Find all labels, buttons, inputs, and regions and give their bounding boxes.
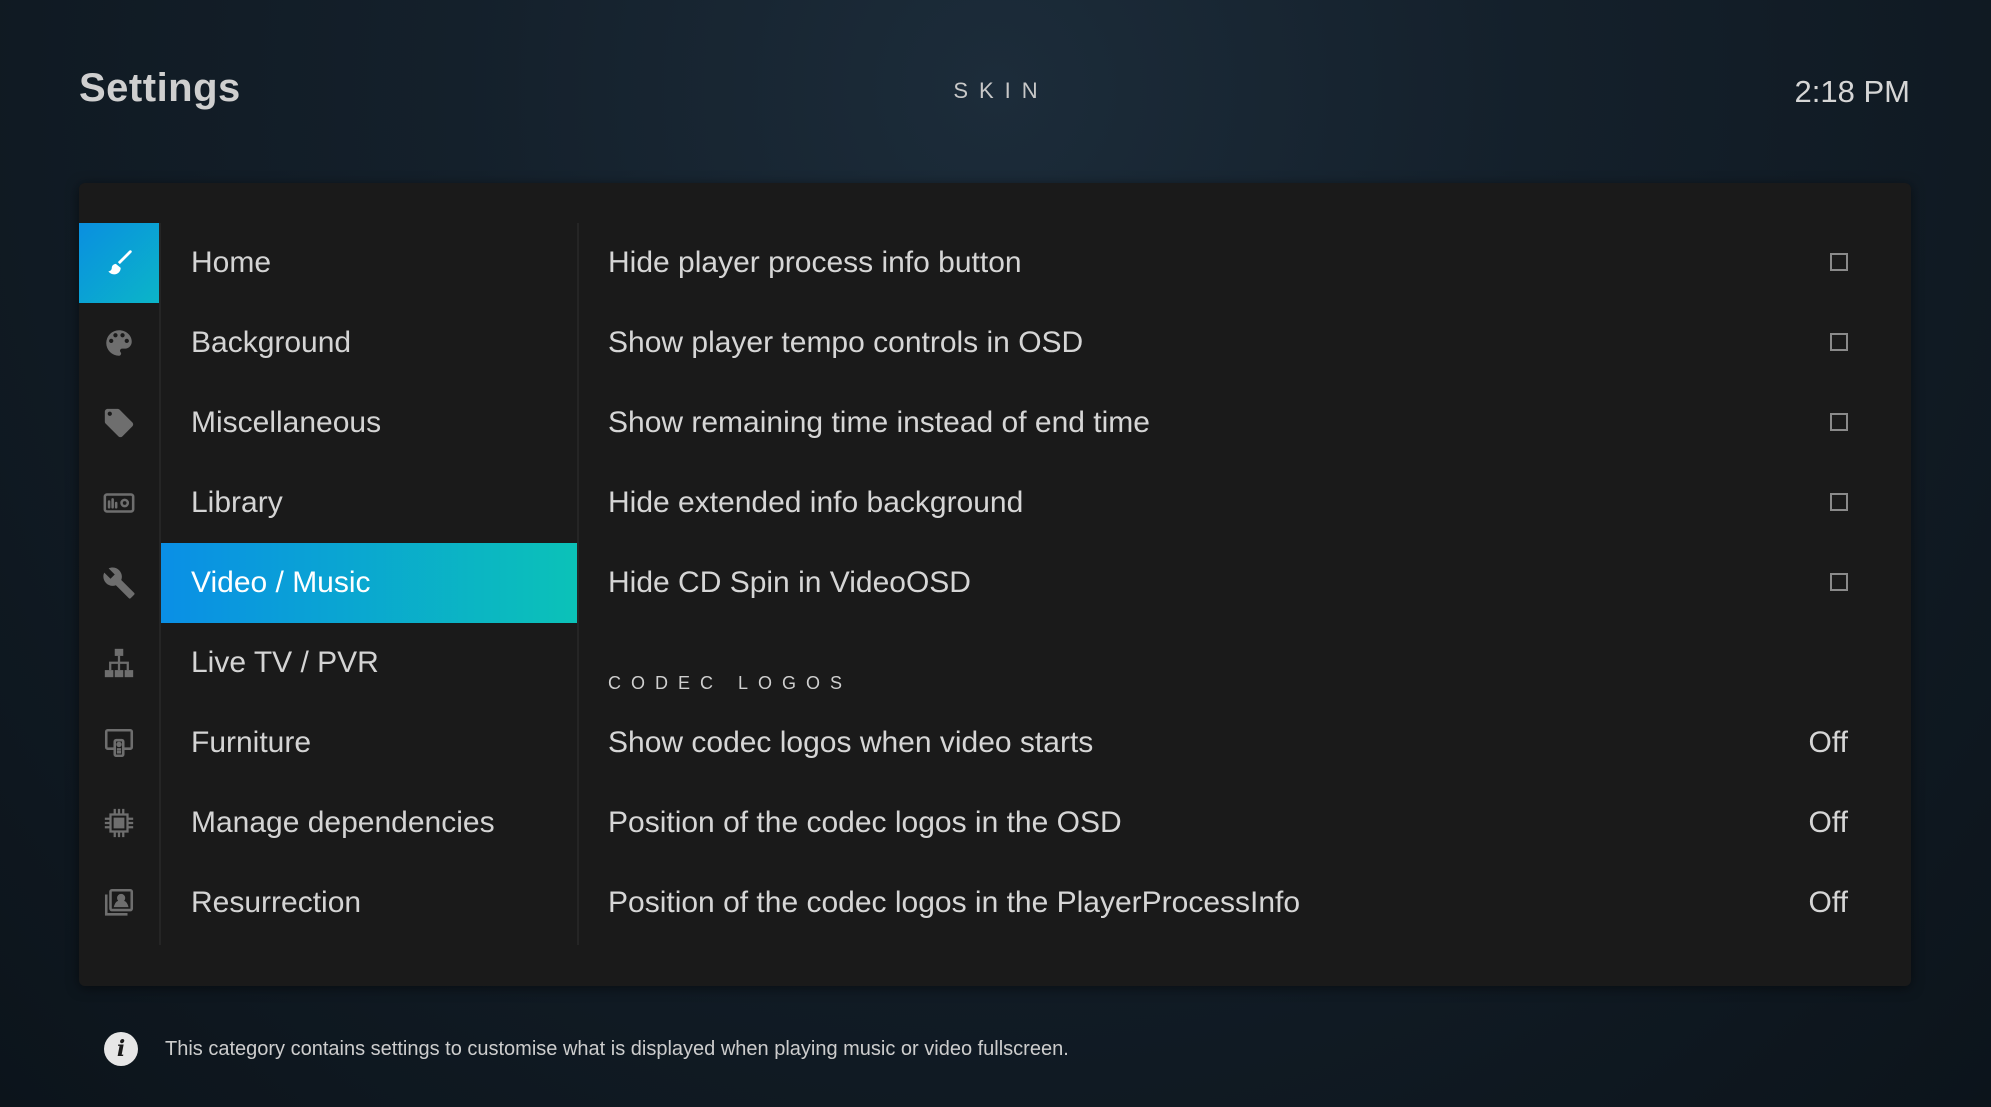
setting-hide-cd-spin[interactable]: Hide CD Spin in VideoOSD xyxy=(579,543,1879,623)
setting-show-codec-logos[interactable]: Show codec logos when video starts Off xyxy=(579,703,1879,783)
tag-icon xyxy=(104,408,134,438)
checkbox[interactable] xyxy=(1830,413,1848,431)
category-live-tv-pvr[interactable]: Live TV / PVR xyxy=(161,623,577,703)
section-title: SKIN xyxy=(953,78,1049,103)
checkbox[interactable] xyxy=(1830,253,1848,271)
category-manage-dependencies[interactable]: Manage dependencies xyxy=(161,783,577,863)
remote-icon xyxy=(104,728,134,758)
category-furniture[interactable]: Furniture xyxy=(161,703,577,783)
setting-label: Position of the codec logos in the Playe… xyxy=(608,886,1301,919)
category-icon-furniture[interactable] xyxy=(79,703,159,783)
setting-label: Show codec logos when video starts xyxy=(608,726,1094,759)
wrench-icon xyxy=(103,567,135,599)
checkbox[interactable] xyxy=(1830,493,1848,511)
category-icon-manage-dependencies[interactable] xyxy=(79,783,159,863)
setting-value: Off xyxy=(1808,806,1848,839)
category-home[interactable]: Home xyxy=(161,223,577,303)
category-icon-video-music[interactable] xyxy=(79,543,159,623)
category-icon-column xyxy=(79,223,161,945)
category-library[interactable]: Library xyxy=(161,463,577,543)
setting-codec-logos-position-osd[interactable]: Position of the codec logos in the OSD O… xyxy=(579,783,1879,863)
checkbox[interactable] xyxy=(1830,573,1848,591)
group-header-codec-logos: CODEC LOGOS xyxy=(608,673,853,693)
category-miscellaneous[interactable]: Miscellaneous xyxy=(161,383,577,463)
info-icon: i xyxy=(104,1032,138,1066)
category-background[interactable]: Background xyxy=(161,303,577,383)
category-icon-miscellaneous[interactable] xyxy=(79,383,159,463)
setting-value: Off xyxy=(1808,726,1848,759)
chip-icon xyxy=(104,808,134,838)
category-list: Home Background Miscellaneous Library Vi… xyxy=(161,223,579,945)
network-icon xyxy=(104,648,134,678)
checkbox[interactable] xyxy=(1830,333,1848,351)
setting-hide-player-process-info-button[interactable]: Hide player process info button xyxy=(579,223,1879,303)
setting-label: Position of the codec logos in the OSD xyxy=(608,806,1122,839)
setting-value: Off xyxy=(1808,886,1848,919)
category-icon-resurrection[interactable] xyxy=(79,863,159,943)
clock: 2:18 PM xyxy=(1794,74,1910,109)
contact-icon xyxy=(104,888,134,916)
category-icon-library[interactable] xyxy=(79,463,159,543)
category-icon-background[interactable] xyxy=(79,303,159,383)
setting-label: Show player tempo controls in OSD xyxy=(608,326,1084,359)
info-footer: i This category contains settings to cus… xyxy=(104,1031,1069,1067)
setting-label: Hide extended info background xyxy=(608,486,1024,519)
category-resurrection[interactable]: Resurrection xyxy=(161,863,577,943)
palette-icon xyxy=(106,330,132,356)
footer-description: This category contains settings to custo… xyxy=(165,1037,1069,1060)
setting-hide-extended-info-background[interactable]: Hide extended info background xyxy=(579,463,1879,543)
settings-panel: Home Background Miscellaneous Library Vi… xyxy=(79,183,1911,986)
setting-codec-logos-position-playerprocessinfo[interactable]: Position of the codec logos in the Playe… xyxy=(579,863,1879,943)
setting-label: Show remaining time instead of end time xyxy=(608,406,1150,439)
setting-label: Hide CD Spin in VideoOSD xyxy=(608,566,971,599)
library-icon xyxy=(103,493,135,513)
category-video-music[interactable]: Video / Music xyxy=(161,543,577,623)
setting-show-player-tempo-controls[interactable]: Show player tempo controls in OSD xyxy=(579,303,1879,383)
paintbrush-icon xyxy=(108,250,132,275)
settings-list: Hide player process info button Show pla… xyxy=(579,223,1879,945)
setting-label: Hide player process info button xyxy=(608,246,1022,279)
setting-show-remaining-time[interactable]: Show remaining time instead of end time xyxy=(579,383,1879,463)
category-icon-home[interactable] xyxy=(79,223,159,303)
category-icon-live-tv-pvr[interactable] xyxy=(79,623,159,703)
